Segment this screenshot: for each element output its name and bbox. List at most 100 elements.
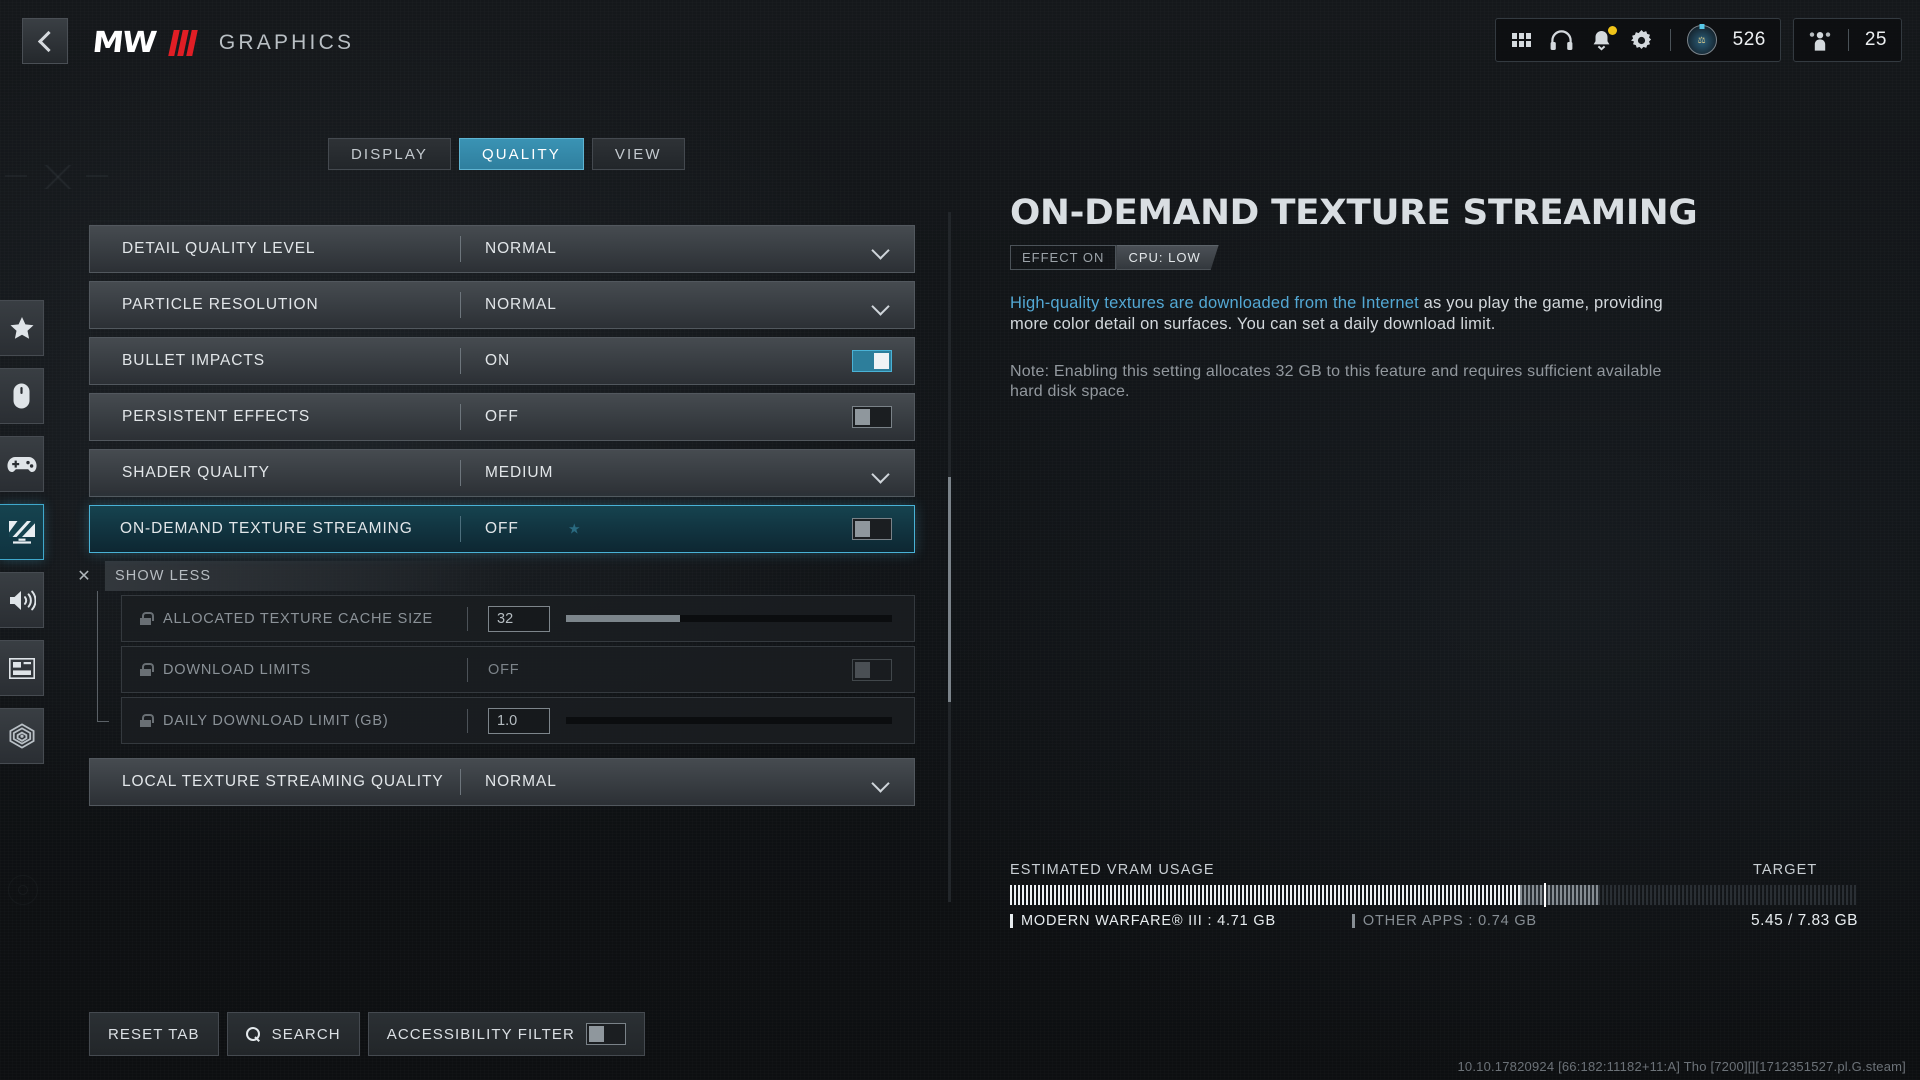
lock-icon: [140, 663, 154, 676]
scrollbar-thumb[interactable]: [948, 477, 951, 702]
slider-track[interactable]: [566, 615, 892, 622]
vram-usage-panel: ESTIMATED VRAM USAGE TARGET MODERN WARFA…: [1010, 862, 1858, 930]
logo-mw-text: MW: [90, 25, 158, 59]
vram-target-label: TARGET: [1753, 862, 1818, 878]
toggle-switch[interactable]: [852, 406, 892, 428]
accessibility-filter-label: ACCESSIBILITY FILTER: [386, 1025, 575, 1043]
sidebar-item-mouse[interactable]: [0, 368, 44, 424]
toggle-switch[interactable]: [852, 518, 892, 540]
vram-bar: [1010, 883, 1858, 907]
row-divider: [467, 657, 468, 682]
hud-divider-squad: [1847, 29, 1849, 51]
reset-tab-button[interactable]: RESET TAB: [89, 1012, 219, 1056]
show-less-button[interactable]: ✕ SHOW LESS: [73, 561, 915, 591]
player-emblem-icon[interactable]: ⚖: [1686, 25, 1717, 55]
legend-swatch-app: [1010, 914, 1013, 928]
logo-three-bars-icon: [168, 29, 198, 56]
vram-legend-app-label: MODERN WARFARE® III : 4.71 GB: [1021, 913, 1276, 929]
tab-quality[interactable]: QUALITY: [458, 138, 584, 170]
detail-description-highlight: High-quality textures are downloaded fro…: [1010, 293, 1419, 312]
setting-row-local-texture-streaming-quality[interactable]: LOCAL TEXTURE STREAMING QUALITY NORMAL: [89, 758, 915, 806]
magnifier-icon: [245, 1026, 261, 1042]
setting-row-detail-quality-level[interactable]: DETAIL QUALITY LEVEL NORMAL: [89, 225, 915, 273]
sidebar-item-graphics[interactable]: [0, 504, 44, 560]
search-button[interactable]: SEARCH: [226, 1012, 360, 1056]
sub-setting-row-daily-download-limit[interactable]: DAILY DOWNLOAD LIMIT (GB) 1.0: [121, 697, 915, 744]
sub-setting-row-allocated-texture-cache-size[interactable]: ALLOCATED TEXTURE CACHE SIZE 32: [121, 595, 915, 642]
setting-value: NORMAL: [485, 296, 557, 313]
tab-bar: DISPLAY QUALITY VIEW: [328, 138, 685, 170]
back-chevron-icon: [38, 30, 52, 52]
toggle-knob: [855, 409, 870, 425]
currency-amount: 526: [1732, 29, 1766, 50]
decor-circle: [8, 875, 38, 905]
toggle-switch[interactable]: [852, 350, 892, 372]
sidebar-item-favorites[interactable]: [0, 300, 44, 356]
page-title: GRAPHICS: [218, 30, 355, 54]
setting-row-persistent-effects[interactable]: PERSISTENT EFFECTS OFF: [89, 393, 915, 441]
setting-value: OFF: [485, 520, 519, 537]
star-marker-icon: ★: [568, 520, 581, 537]
setting-value: NORMAL: [485, 773, 557, 790]
sub-setting-label: DAILY DOWNLOAD LIMIT (GB): [163, 712, 389, 729]
squad-members-icon[interactable]: [1808, 28, 1832, 52]
chevron-down-icon[interactable]: [872, 777, 890, 788]
sub-setting-label: ALLOCATED TEXTURE CACHE SIZE: [163, 610, 434, 627]
tab-display[interactable]: DISPLAY: [328, 138, 451, 170]
grid-menu-icon[interactable]: [1510, 28, 1534, 52]
row-divider: [460, 348, 461, 374]
row-divider: [460, 769, 461, 795]
toggle-knob: [874, 353, 889, 369]
slider-track[interactable]: [566, 717, 892, 724]
toggle-knob: [588, 1026, 604, 1042]
notification-dot: [1607, 26, 1617, 35]
status-badge-effect: EFFECT ON: [1010, 244, 1117, 270]
chevron-down-icon[interactable]: [872, 244, 890, 255]
vram-total: 5.45 / 7.83 GB: [1751, 912, 1858, 929]
sub-settings-group: ALLOCATED TEXTURE CACHE SIZE 32 DOWNLOAD…: [89, 591, 915, 744]
sidebar-item-audio[interactable]: [0, 572, 44, 628]
legend-swatch-other: [1351, 914, 1355, 928]
sidebar-item-interface[interactable]: [0, 640, 44, 696]
lock-icon: [140, 612, 154, 625]
setting-label: LOCAL TEXTURE STREAMING QUALITY: [122, 773, 444, 790]
vram-legend-other: OTHER APPS : 0.74 GB: [1351, 913, 1537, 929]
vram-legend: MODERN WARFARE® III : 4.71 GB OTHER APPS…: [1010, 912, 1858, 930]
number-input[interactable]: 32: [488, 605, 550, 632]
hud-group-squad: 25: [1792, 18, 1902, 62]
game-logo: MW GRAPHICS: [91, 25, 355, 59]
toggle-switch[interactable]: [585, 1023, 626, 1045]
notification-bell-icon[interactable]: [1590, 26, 1617, 52]
number-input[interactable]: 1.0: [488, 707, 550, 734]
settings-scrollbar[interactable]: [948, 212, 951, 902]
detail-note: Note: Enabling this setting allocates 32…: [1010, 362, 1662, 401]
chevron-down-icon[interactable]: [872, 300, 890, 311]
status-badge-cpu: CPU: LOW: [1116, 245, 1218, 270]
sidebar-item-telemetry[interactable]: [0, 708, 44, 764]
setting-row-bullet-impacts[interactable]: BULLET IMPACTS ON: [89, 337, 915, 385]
chevron-down-icon[interactable]: [872, 468, 890, 479]
headphones-icon[interactable]: [1550, 28, 1574, 52]
vram-legend-other-label: OTHER APPS : 0.74 GB: [1362, 913, 1537, 929]
decor-diamond: [38, 165, 78, 189]
vram-target-marker: [1544, 883, 1547, 907]
emblem-glyph: ⚖: [1697, 34, 1706, 45]
sub-setting-value: OFF: [488, 661, 520, 678]
setting-row-on-demand-texture-streaming[interactable]: ON-DEMAND TEXTURE STREAMING ★ OFF: [89, 505, 915, 553]
close-x-icon: ✕: [77, 568, 91, 585]
tab-view[interactable]: VIEW: [591, 138, 685, 170]
hud-group-primary: ⚖ 526: [1494, 18, 1781, 62]
slider-fill: [566, 615, 681, 622]
toggle-switch[interactable]: [852, 658, 892, 681]
back-button[interactable]: [22, 18, 68, 64]
lock-icon: [140, 714, 154, 727]
vram-segment-app: [1010, 885, 1521, 905]
header-bar: MW GRAPHICS ⚖ 526 25: [0, 0, 1920, 82]
setting-label: PARTICLE RESOLUTION: [122, 296, 319, 313]
settings-gear-icon[interactable]: [1630, 28, 1654, 52]
accessibility-filter-button[interactable]: ACCESSIBILITY FILTER: [367, 1012, 645, 1056]
setting-row-shader-quality[interactable]: SHADER QUALITY MEDIUM: [89, 449, 915, 497]
sub-setting-row-download-limits[interactable]: DOWNLOAD LIMITS OFF: [121, 646, 915, 693]
sidebar-item-controller[interactable]: [0, 436, 44, 492]
setting-row-particle-resolution[interactable]: PARTICLE RESOLUTION NORMAL: [89, 281, 915, 329]
